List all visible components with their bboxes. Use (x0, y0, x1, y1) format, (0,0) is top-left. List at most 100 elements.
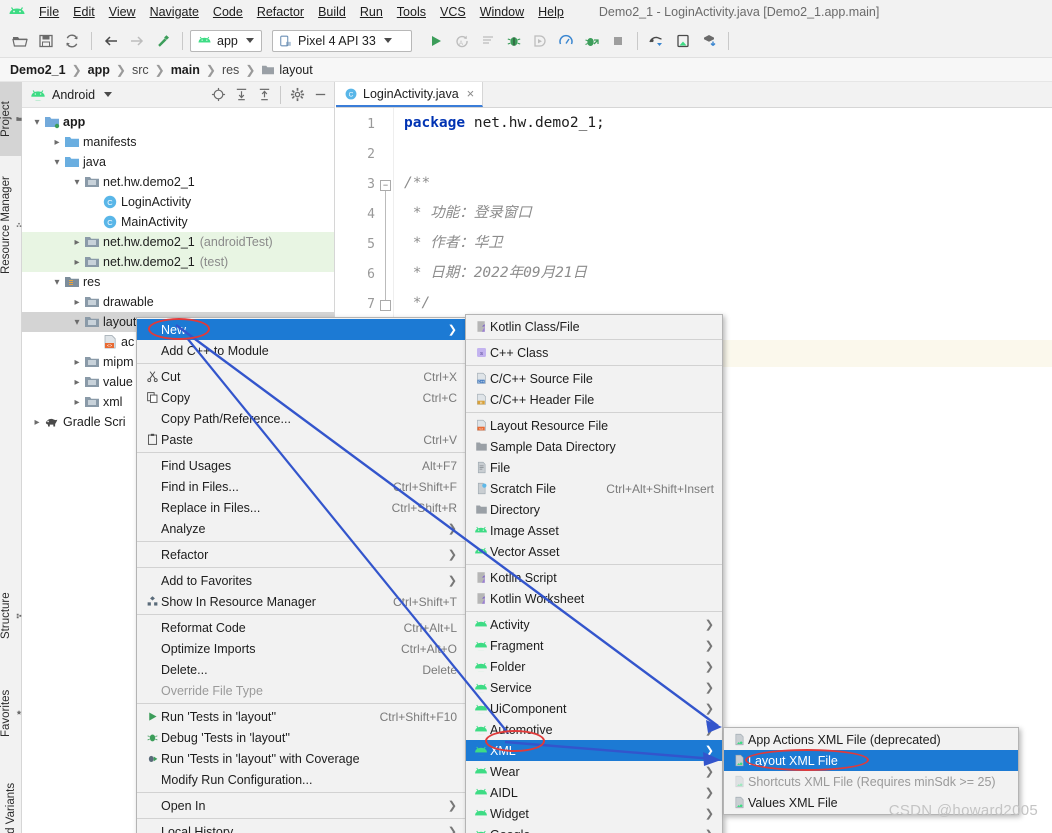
breadcrumb-item-project[interactable]: Demo2_1 (10, 63, 66, 77)
device-selector-combo[interactable]: Pixel 4 API 33 (272, 29, 412, 52)
submenu-item-cpp-source-file[interactable]: C++ C/C++ Source File (466, 368, 722, 389)
breadcrumb-item-app[interactable]: app (88, 63, 110, 77)
build-hammer-icon[interactable] (151, 29, 175, 53)
forward-arrow-icon[interactable] (125, 29, 149, 53)
expand-all-icon[interactable] (231, 85, 251, 105)
chevron-down-icon-pkg[interactable]: ▾ (70, 177, 84, 188)
menu-item-modify-run-configuration[interactable]: Modify Run Configuration... (137, 769, 465, 790)
submenu-item-scratch-file[interactable]: Scratch File Ctrl+Alt+Shift+Insert (466, 478, 722, 499)
menu-item-show-in-resource-manager[interactable]: Show In Resource Manager Ctrl+Shift+T (137, 591, 465, 612)
menu-item-reformat-code[interactable]: Reformat Code Ctrl+Alt+L (137, 617, 465, 638)
submenu-item-kotlin-worksheet[interactable]: Kotlin Worksheet (466, 588, 722, 609)
save-icon[interactable] (34, 29, 58, 53)
tree-node-java[interactable]: ▾ java (22, 152, 334, 172)
debug-icon[interactable] (502, 29, 526, 53)
run-with-coverage-icon[interactable] (580, 29, 604, 53)
editor-tab-loginactivity[interactable]: C LoginActivity.java × (336, 82, 484, 107)
apply-changes-icon[interactable]: A (450, 29, 474, 53)
tree-node-mainactivity[interactable]: C MainActivity (22, 212, 334, 232)
submenu-item-service[interactable]: Service ❯ (466, 677, 722, 698)
sidebar-item-structure[interactable]: Structure (0, 572, 22, 660)
menu-refactor[interactable]: Refactor (250, 3, 311, 21)
avd-manager-icon[interactable] (671, 29, 695, 53)
menu-item-optimize-imports[interactable]: Optimize Imports Ctrl+Alt+O (137, 638, 465, 659)
settings-gear-icon[interactable] (287, 85, 307, 105)
menu-build[interactable]: Build (311, 3, 353, 21)
submenu-item-image-asset[interactable]: Image Asset (466, 520, 722, 541)
chevron-down-icon-3[interactable] (104, 92, 113, 97)
submenu-item-wear[interactable]: Wear ❯ (466, 761, 722, 782)
submenu-item-file[interactable]: File (466, 457, 722, 478)
menu-run[interactable]: Run (353, 3, 390, 21)
menu-item-refactor[interactable]: Refactor ❯ (137, 544, 465, 565)
sidebar-item-project[interactable]: Project (0, 82, 22, 156)
menu-item-find-usages[interactable]: Find Usages Alt+F7 (137, 455, 465, 476)
profiler-icon[interactable] (554, 29, 578, 53)
submenu-item-automotive[interactable]: Automotive ❯ (466, 719, 722, 740)
locate-icon[interactable] (208, 85, 228, 105)
tree-node-package-main[interactable]: ▾ net.hw.demo2_1 (22, 172, 334, 192)
tree-node-manifests[interactable]: ▸ manifests (22, 132, 334, 152)
menu-item-find-in-files[interactable]: Find in Files... Ctrl+Shift+F (137, 476, 465, 497)
tree-node-app[interactable]: ▾ app (22, 112, 334, 132)
breadcrumb-item-main[interactable]: main (171, 63, 200, 77)
run-icon[interactable] (424, 29, 448, 53)
fold-collapse-icon[interactable]: − (380, 180, 391, 191)
submenu-item-google[interactable]: Google ❯ (466, 824, 722, 833)
menu-item-run-tests-coverage[interactable]: Run 'Tests in 'layout'' with Coverage (137, 748, 465, 769)
chevron-right-icon-xml[interactable]: ▸ (70, 397, 84, 408)
chevron-right-icon-manifests[interactable]: ▸ (50, 137, 64, 148)
chevron-right-icon-gradle[interactable]: ▸ (30, 417, 44, 428)
submenu-item-sample-data-directory[interactable]: Sample Data Directory (466, 436, 722, 457)
submenu-item-cpp-header-file[interactable]: H C/C++ Header File (466, 389, 722, 410)
menu-view[interactable]: View (102, 3, 143, 21)
attach-debugger-icon[interactable] (528, 29, 552, 53)
back-arrow-icon[interactable] (99, 29, 123, 53)
menu-window[interactable]: Window (473, 3, 531, 21)
menu-item-cut[interactable]: Cut Ctrl+X (137, 366, 465, 387)
module-selector-combo[interactable]: app (190, 29, 262, 52)
menu-vcs[interactable]: VCS (433, 3, 473, 21)
submenu-item-widget[interactable]: Widget ❯ (466, 803, 722, 824)
chevron-right-icon-test[interactable]: ▸ (70, 257, 84, 268)
chevron-down-icon-java[interactable]: ▾ (50, 157, 64, 168)
menu-item-run-tests[interactable]: Run 'Tests in 'layout'' Ctrl+Shift+F10 (137, 706, 465, 727)
breadcrumb-item-src[interactable]: src (132, 63, 149, 77)
chevron-down-icon-res[interactable]: ▾ (50, 277, 64, 288)
menu-item-debug-tests[interactable]: Debug 'Tests in 'layout'' (137, 727, 465, 748)
submenu-item-fragment[interactable]: Fragment ❯ (466, 635, 722, 656)
menu-item-delete[interactable]: Delete... Delete (137, 659, 465, 680)
close-icon[interactable]: × (467, 86, 475, 101)
menu-item-new[interactable]: New ❯ (137, 319, 465, 340)
stop-icon[interactable] (606, 29, 630, 53)
menu-item-analyze[interactable]: Analyze ❯ (137, 518, 465, 539)
chevron-right-icon-values[interactable]: ▸ (70, 377, 84, 388)
menu-edit[interactable]: Edit (66, 3, 102, 21)
menu-file[interactable]: File (32, 3, 66, 21)
device-explorer-icon[interactable] (697, 29, 721, 53)
chevron-down-icon-tree[interactable]: ▾ (30, 117, 44, 128)
chevron-down-icon-layout[interactable]: ▾ (70, 317, 84, 328)
menu-tools[interactable]: Tools (390, 3, 433, 21)
chevron-right-icon-mipmap[interactable]: ▸ (70, 357, 84, 368)
menu-help[interactable]: Help (531, 3, 571, 21)
submenu-item-directory[interactable]: Directory (466, 499, 722, 520)
menu-item-add-cpp[interactable]: Add C++ to Module (137, 340, 465, 361)
chevron-right-icon-drawable[interactable]: ▸ (70, 297, 84, 308)
chevron-right-icon-androidtest[interactable]: ▸ (70, 237, 84, 248)
xml-submenu-item-layout-xml-file[interactable]: Layout XML File (724, 750, 1018, 771)
menu-item-replace-in-files[interactable]: Replace in Files... Ctrl+Shift+R (137, 497, 465, 518)
fold-collapse-end-icon[interactable] (380, 300, 391, 311)
tree-node-drawable[interactable]: ▸ drawable (22, 292, 334, 312)
sidebar-item-build-variants[interactable]: Build Variants (0, 766, 22, 833)
submenu-item-folder[interactable]: Folder ❯ (466, 656, 722, 677)
submenu-item-uicomponent[interactable]: UiComponent ❯ (466, 698, 722, 719)
menu-navigate[interactable]: Navigate (143, 3, 206, 21)
tree-node-package-test[interactable]: ▸ net.hw.demo2_1 (test) (22, 252, 334, 272)
submenu-item-xml[interactable]: XML ❯ (466, 740, 722, 761)
submenu-item-aidl[interactable]: AIDL ❯ (466, 782, 722, 803)
tree-node-package-androidtest[interactable]: ▸ net.hw.demo2_1 (androidTest) (22, 232, 334, 252)
menu-item-open-in[interactable]: Open In ❯ (137, 795, 465, 816)
submenu-item-layout-resource-file[interactable]: <> Layout Resource File (466, 415, 722, 436)
breadcrumb-item-layout[interactable]: layout (279, 63, 312, 77)
